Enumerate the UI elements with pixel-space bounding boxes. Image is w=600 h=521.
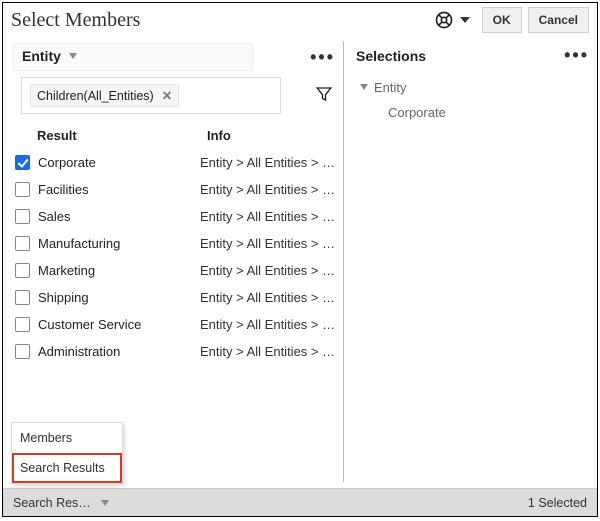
row-info: Entity > All Entities > …: [200, 317, 340, 332]
row-checkbox[interactable]: [15, 155, 30, 170]
row-info: Entity > All Entities > …: [200, 344, 340, 359]
row-name: Corporate: [38, 155, 200, 170]
funnel-icon: [315, 85, 333, 103]
col-info: Info: [207, 128, 231, 143]
filter-input[interactable]: Children(All_Entities) ✕: [21, 77, 281, 114]
col-result: Result: [37, 128, 207, 143]
row-checkbox[interactable]: [15, 182, 30, 197]
cancel-button[interactable]: Cancel: [528, 7, 589, 33]
lifebuoy-icon: [434, 10, 454, 30]
chevron-down-icon: [69, 53, 77, 59]
table-row[interactable]: AdministrationEntity > All Entities > …: [15, 338, 343, 365]
footer-view-switch[interactable]: Search Res…: [13, 496, 91, 510]
footer-bar: Search Res… 1 Selected: [3, 488, 597, 516]
row-name: Shipping: [38, 290, 200, 305]
table-row[interactable]: FacilitiesEntity > All Entities > …: [15, 176, 343, 203]
selections-title: Selections: [356, 48, 426, 64]
popup-members[interactable]: Members: [12, 423, 122, 453]
row-info: Entity > All Entities > …: [200, 155, 340, 170]
remove-token-icon[interactable]: ✕: [162, 88, 172, 103]
dialog-body: Entity ••• Children(All_Entities) ✕: [3, 39, 597, 516]
tree-root[interactable]: Entity: [360, 76, 589, 99]
selection-status: 1 Selected: [528, 496, 587, 510]
select-members-dialog: Select Members OK Cancel Entity: [2, 2, 598, 517]
title-actions: OK Cancel: [434, 7, 589, 33]
row-info: Entity > All Entities > …: [200, 182, 340, 197]
row-name: Sales: [38, 209, 200, 224]
dimension-selector[interactable]: Entity: [13, 43, 253, 71]
left-panel: Entity ••• Children(All_Entities) ✕: [3, 39, 343, 516]
left-more-menu[interactable]: •••: [310, 47, 335, 68]
grid-body: CorporateEntity > All Entities > …Facili…: [3, 149, 343, 365]
dimension-label: Entity: [22, 48, 61, 64]
view-switch-popup: Members Search Results: [11, 422, 123, 484]
tree-child[interactable]: Corporate: [360, 99, 589, 120]
row-name: Facilities: [38, 182, 200, 197]
collapse-icon: [360, 84, 368, 90]
grid-header: Result Info: [3, 122, 343, 149]
chevron-down-icon: [460, 17, 470, 23]
right-panel: Selections ••• Entity Corporate: [344, 39, 597, 516]
dialog-title: Select Members: [11, 9, 140, 32]
row-info: Entity > All Entities > …: [200, 290, 340, 305]
filter-button[interactable]: [315, 85, 333, 106]
table-row[interactable]: Customer ServiceEntity > All Entities > …: [15, 311, 343, 338]
table-row[interactable]: ManufacturingEntity > All Entities > …: [15, 230, 343, 257]
table-row[interactable]: ShippingEntity > All Entities > …: [15, 284, 343, 311]
chevron-down-icon: [101, 500, 109, 506]
filter-token-label: Children(All_Entities): [37, 89, 154, 103]
row-info: Entity > All Entities > …: [200, 263, 340, 278]
popup-search-results[interactable]: Search Results: [12, 453, 122, 483]
table-row[interactable]: MarketingEntity > All Entities > …: [15, 257, 343, 284]
table-row[interactable]: CorporateEntity > All Entities > …: [15, 149, 343, 176]
row-checkbox[interactable]: [15, 209, 30, 224]
row-checkbox[interactable]: [15, 344, 30, 359]
ok-button[interactable]: OK: [482, 7, 522, 33]
filter-token: Children(All_Entities) ✕: [30, 84, 179, 107]
row-name: Customer Service: [38, 317, 200, 332]
help-menu[interactable]: [434, 10, 470, 30]
table-row[interactable]: SalesEntity > All Entities > …: [15, 203, 343, 230]
titlebar: Select Members OK Cancel: [3, 3, 597, 39]
row-info: Entity > All Entities > …: [200, 209, 340, 224]
tree-root-label: Entity: [374, 80, 407, 95]
right-more-menu[interactable]: •••: [564, 45, 589, 66]
row-checkbox[interactable]: [15, 317, 30, 332]
row-checkbox[interactable]: [15, 236, 30, 251]
row-checkbox[interactable]: [15, 263, 30, 278]
row-info: Entity > All Entities > …: [200, 236, 340, 251]
row-checkbox[interactable]: [15, 290, 30, 305]
row-name: Administration: [38, 344, 200, 359]
selection-tree: Entity Corporate: [356, 66, 589, 120]
row-name: Manufacturing: [38, 236, 200, 251]
row-name: Marketing: [38, 263, 200, 278]
